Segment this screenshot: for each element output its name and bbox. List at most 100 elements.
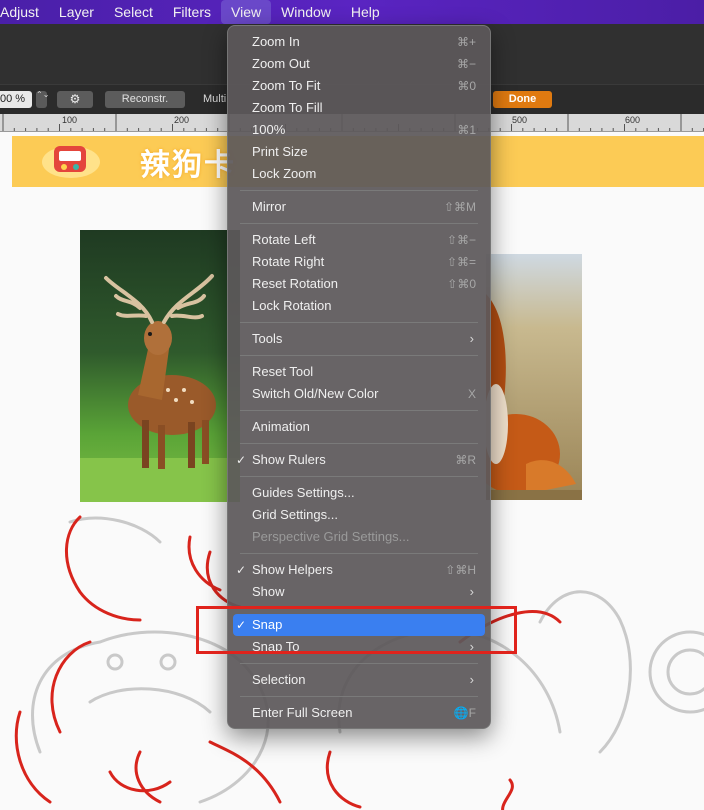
menu-separator [240,190,478,191]
menu-item-selection[interactable]: Selection › [228,669,490,691]
chevron-right-icon: › [469,639,474,654]
menu-layer[interactable]: Layer [49,0,104,24]
menu-view[interactable]: View [221,0,272,24]
tools-label: Tools [252,331,283,346]
guides-settings-label: Guides Settings... [252,485,355,500]
fox-photo[interactable] [486,254,582,500]
checkmark-icon: ✓ [236,618,247,632]
menu-item-guides-settings[interactable]: Guides Settings... [228,482,490,504]
chevron-right-icon: › [469,672,474,687]
menu-item-show-helpers[interactable]: ✓ Show Helpers ⇧⌘H [228,559,490,581]
reconstruct-button[interactable]: Reconstr. [105,91,185,108]
menu-adjust[interactable]: Adjust [0,0,49,24]
shortcut-zoom-in: ⌘+ [456,35,476,49]
menu-item-animation[interactable]: Animation [228,416,490,438]
zoom-in-label: Zoom In [252,34,300,49]
ruler-label-600: 600 [625,115,641,125]
menu-help[interactable]: Help [341,0,390,24]
actual-size-label: 100% [252,122,286,137]
zoom-to-fill-label: Zoom To Fill [252,100,323,115]
chevron-right-icon: › [469,584,474,599]
menu-item-zoom-to-fit[interactable]: Zoom To Fit ⌘0 [228,75,490,97]
menu-item-snap[interactable]: ✓ Snap [233,614,485,636]
shortcut-show-rulers: ⌘R [455,453,476,467]
shortcut-enter-full-screen: 🌐F [453,706,476,720]
settings-button[interactable]: ⚙ [57,91,93,108]
selection-label: Selection [252,672,306,687]
menu-item-rotate-left[interactable]: Rotate Left ⇧⌘− [228,229,490,251]
multi-option-label[interactable]: Multi [203,91,226,108]
shortcut-rotate-left: ⇧⌘− [446,233,476,247]
gear-icon: ⚙ [69,92,81,106]
rotate-right-label: Rotate Right [252,254,325,269]
shortcut-actual-size: ⌘1 [457,123,476,137]
menu-item-enter-full-screen[interactable]: Enter Full Screen 🌐F [228,702,490,724]
menu-item-switch-color[interactable]: Switch Old/New Color X [228,383,490,405]
show-label: Show [252,584,285,599]
ruler-label-100: 100 [62,115,78,125]
lock-zoom-label: Lock Zoom [252,166,317,181]
menu-item-lock-rotation[interactable]: Lock Rotation [228,295,490,317]
menu-item-zoom-out[interactable]: Zoom Out ⌘− [228,53,490,75]
shortcut-switch-color: X [467,387,476,401]
shortcut-reset-rotation: ⇧⌘0 [447,277,476,291]
switch-color-label: Switch Old/New Color [252,386,379,401]
menu-item-mirror[interactable]: Mirror ⇧⌘M [228,196,490,218]
shortcut-zoom-out: ⌘− [456,57,476,71]
menu-separator [240,223,478,224]
menu-item-grid-settings[interactable]: Grid Settings... [228,504,490,526]
menu-filters[interactable]: Filters [163,0,221,24]
zoom-percentage-field[interactable]: 00 % [0,91,32,108]
menu-item-tools[interactable]: Tools › [228,328,490,350]
menu-separator [240,553,478,554]
menu-item-actual-size[interactable]: 100% ⌘1 [228,119,490,141]
zoom-stepper[interactable]: ⌃⌄ [36,91,49,108]
deer-photo[interactable] [80,230,240,502]
done-button[interactable]: Done [493,91,552,108]
menu-item-print-size[interactable]: Print Size [228,141,490,163]
reset-rotation-label: Reset Rotation [252,276,338,291]
menu-item-show[interactable]: Show › [228,581,490,603]
reset-tool-label: Reset Tool [252,364,314,379]
menu-separator [240,663,478,664]
checkmark-icon: ✓ [236,563,247,577]
menu-separator [240,476,478,477]
menu-item-show-rulers[interactable]: ✓ Show Rulers ⌘R [228,449,490,471]
menu-bar: Adjust Layer Select Filters View Window … [0,0,704,24]
menu-separator [240,355,478,356]
menu-separator [240,608,478,609]
enter-full-screen-label: Enter Full Screen [252,705,353,720]
grid-settings-label: Grid Settings... [252,507,338,522]
show-helpers-label: Show Helpers [252,562,333,577]
menu-separator [240,410,478,411]
menu-window[interactable]: Window [271,0,341,24]
menu-item-reset-rotation[interactable]: Reset Rotation ⇧⌘0 [228,273,490,295]
view-menu-dropdown: Zoom In ⌘+ Zoom Out ⌘− Zoom To Fit ⌘0 Zoom … [227,25,491,729]
shortcut-rotate-right: ⇧⌘= [446,255,476,269]
banner-title: 辣狗卡 [140,148,236,183]
menu-separator [240,696,478,697]
chevron-right-icon: › [469,331,474,346]
menu-separator [240,443,478,444]
ruler-label-500: 500 [512,115,528,125]
shortcut-show-helpers: ⇧⌘H [445,563,476,577]
mascot-logo-icon [42,146,100,178]
menu-item-rotate-right[interactable]: Rotate Right ⇧⌘= [228,251,490,273]
snap-to-label: Snap To [252,639,300,654]
checkmark-icon: ✓ [236,453,247,467]
menu-item-reset-tool[interactable]: Reset Tool [228,361,490,383]
shortcut-zoom-to-fit: ⌘0 [457,79,476,93]
animation-label: Animation [252,419,310,434]
menu-item-perspective-grid-settings: Perspective Grid Settings... [228,526,490,548]
rotate-left-label: Rotate Left [252,232,316,247]
menu-item-snap-to[interactable]: Snap To › [228,636,490,658]
menu-select[interactable]: Select [104,0,163,24]
menu-item-lock-zoom[interactable]: Lock Zoom [228,163,490,185]
ruler-label-200: 200 [174,115,190,125]
menu-separator [240,322,478,323]
menu-item-zoom-in[interactable]: Zoom In ⌘+ [228,31,490,53]
perspective-grid-settings-label: Perspective Grid Settings... [252,529,410,544]
zoom-out-label: Zoom Out [252,56,310,71]
menu-item-zoom-to-fill[interactable]: Zoom To Fill [228,97,490,119]
show-rulers-label: Show Rulers [252,452,326,467]
